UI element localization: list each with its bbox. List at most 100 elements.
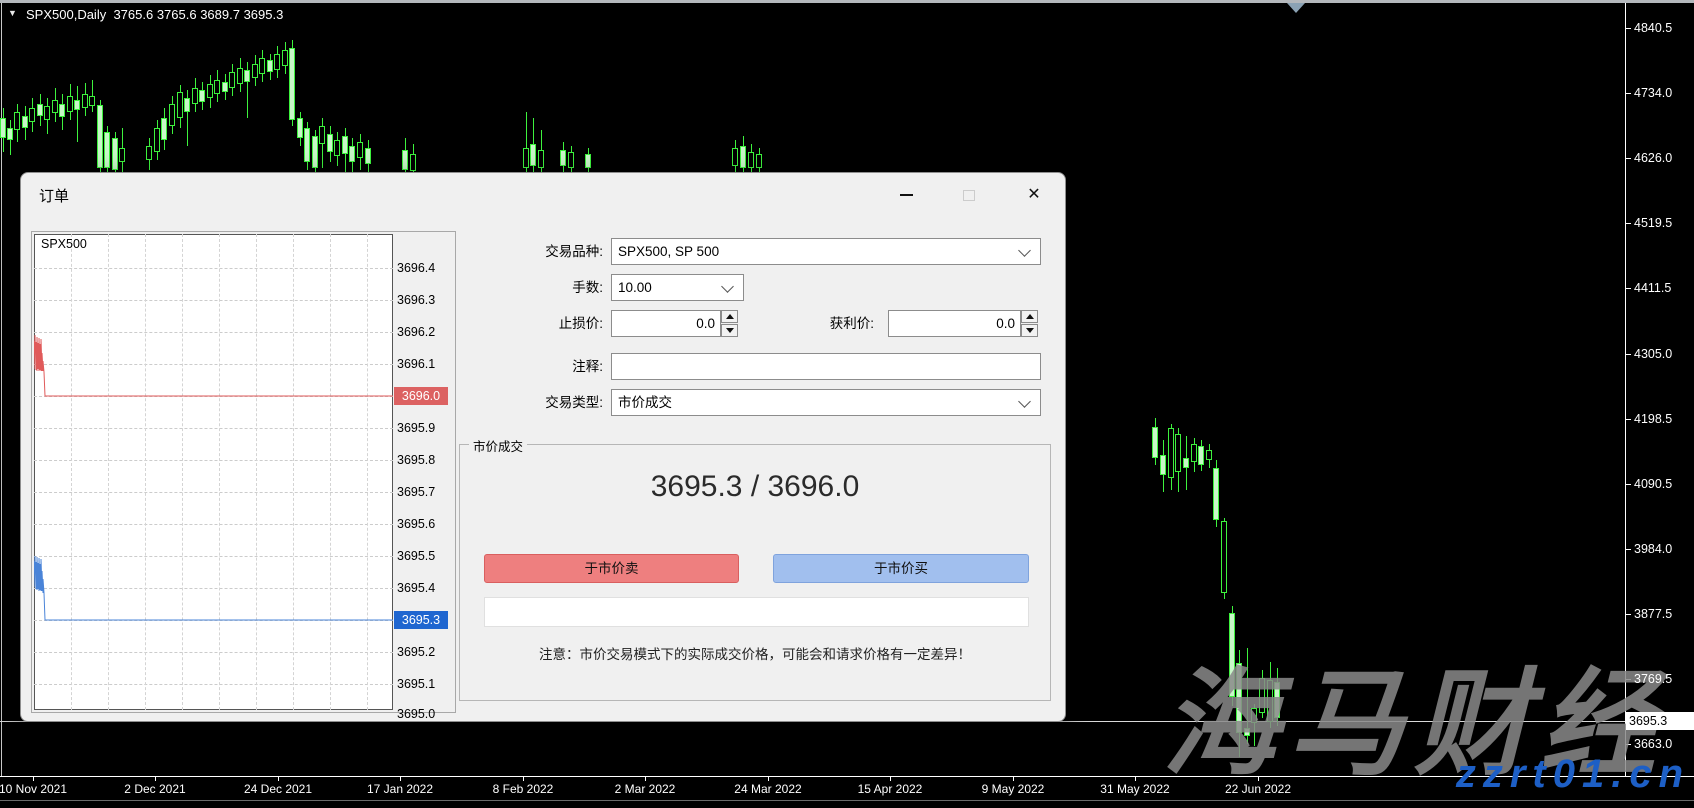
price-axis-label: 4626.0 [1634, 150, 1672, 166]
candle-body [0, 118, 6, 138]
axis-tick [1626, 288, 1631, 289]
candle-body [154, 128, 160, 152]
axis-tick [155, 777, 156, 781]
price-axis-label: 4734.0 [1634, 85, 1672, 101]
axis-tick [1626, 354, 1631, 355]
candle-body [97, 105, 103, 168]
price-axis-label: 4198.5 [1634, 411, 1672, 427]
axis-tick [890, 777, 891, 781]
axis-tick [523, 777, 524, 781]
spinner-up-button[interactable] [721, 310, 738, 323]
bid-ask-lines [34, 234, 393, 710]
volume-select[interactable]: 10.00 [611, 274, 744, 301]
tick-scale-label: 3695.2 [397, 644, 435, 660]
candle-body [1206, 450, 1212, 460]
close-button[interactable]: ✕ [1011, 179, 1057, 211]
close-icon: ✕ [1027, 187, 1040, 203]
candle-body [560, 150, 566, 166]
market-execution-legend: 市价成交 [469, 436, 527, 455]
tick-scale-label: 3695.8 [397, 452, 435, 468]
time-axis-label: 8 Feb 2022 [493, 782, 554, 797]
volume-select-value: 10.00 [618, 280, 652, 295]
minimize-icon [900, 194, 913, 196]
arrow-down-icon [1026, 328, 1034, 333]
sell-by-market-button[interactable]: 于市价卖 [484, 554, 739, 583]
tick-scale-label: 3695.6 [397, 516, 435, 532]
axis-tick [1013, 777, 1014, 781]
candle-body [312, 136, 318, 168]
time-axis-label: 24 Dec 2021 [244, 782, 312, 797]
price-axis-label: 3769.5 [1634, 671, 1672, 687]
candle-body [229, 72, 235, 88]
candle-body [1198, 446, 1204, 465]
watermark-url: zzrt01.cn [1150, 752, 1690, 797]
time-axis-label: 9 May 2022 [982, 782, 1045, 797]
volume-field-label: 手数: [451, 274, 603, 301]
candle-body [410, 154, 416, 171]
buy-by-market-button[interactable]: 于市价买 [773, 554, 1029, 583]
maximize-button[interactable] [946, 179, 992, 211]
axis-tick [33, 777, 34, 781]
arrow-up-icon [1026, 314, 1034, 319]
tick-scale-label: 3695.4 [397, 580, 435, 596]
candle-body [252, 64, 258, 78]
time-axis-label: 15 Apr 2022 [858, 782, 923, 797]
spinner-down-button[interactable] [1021, 324, 1038, 337]
maximize-icon [963, 190, 975, 201]
candle-body [74, 100, 80, 110]
time-axis-label: 17 Jan 2022 [367, 782, 433, 797]
candle-body [585, 154, 591, 168]
candle-body [207, 84, 213, 98]
comment-input[interactable] [611, 353, 1041, 380]
minimize-button[interactable] [883, 179, 929, 211]
chevron-down-icon [1018, 395, 1031, 408]
candle-body [748, 152, 754, 168]
candle-body [244, 70, 250, 82]
price-axis-label: 4840.5 [1634, 20, 1672, 36]
candle-body [289, 48, 295, 120]
candle-body [732, 148, 738, 166]
axis-tick [1626, 158, 1631, 159]
axis-tick [400, 777, 401, 781]
axis-tick [1626, 614, 1631, 615]
candle-body [756, 154, 762, 168]
tick-scale-label: 3696.2 [397, 324, 435, 340]
take-profit-input[interactable]: 0.0 [888, 310, 1021, 337]
chevron-down-icon [721, 280, 734, 293]
stop-loss-input[interactable]: 0.0 [611, 310, 721, 337]
candle-body [146, 146, 152, 160]
window-bottom-edge [0, 800, 1694, 801]
candle-body [304, 128, 310, 162]
axis-tick [278, 777, 279, 781]
order-type-value: 市价成交 [618, 395, 672, 410]
order-type-select[interactable]: 市价成交 [611, 389, 1041, 416]
candle-body [7, 128, 13, 140]
axis-tick [768, 777, 769, 781]
candle-body [1152, 427, 1158, 458]
order-result-field [484, 597, 1029, 627]
candle-body [402, 150, 408, 170]
candle-body [14, 112, 20, 130]
candle-body [1168, 428, 1174, 478]
symbol-select[interactable]: SPX500, SP 500 [611, 238, 1041, 265]
candle-body [89, 96, 95, 106]
tick-scale-label: 3695.9 [397, 420, 435, 436]
candle-body [192, 88, 198, 104]
candle-body [177, 92, 183, 118]
current-price-badge: 3695.3 [1626, 712, 1694, 730]
candle-body [112, 138, 118, 170]
spinner-up-button[interactable] [1021, 310, 1038, 323]
spinner-down-button[interactable] [721, 324, 738, 337]
candle-body [222, 82, 228, 92]
candle-wick [77, 86, 78, 142]
candle-body [568, 152, 574, 168]
axis-tick [1626, 28, 1631, 29]
candle-body [1191, 444, 1197, 462]
candle-body [282, 50, 288, 66]
candle-body [37, 104, 43, 116]
price-axis-label: 4411.5 [1634, 280, 1671, 296]
candle-body [342, 136, 348, 154]
tick-scale-label: 3696.1 [397, 356, 435, 372]
candle-body [334, 140, 340, 156]
time-axis-label: 2 Dec 2021 [124, 782, 185, 797]
